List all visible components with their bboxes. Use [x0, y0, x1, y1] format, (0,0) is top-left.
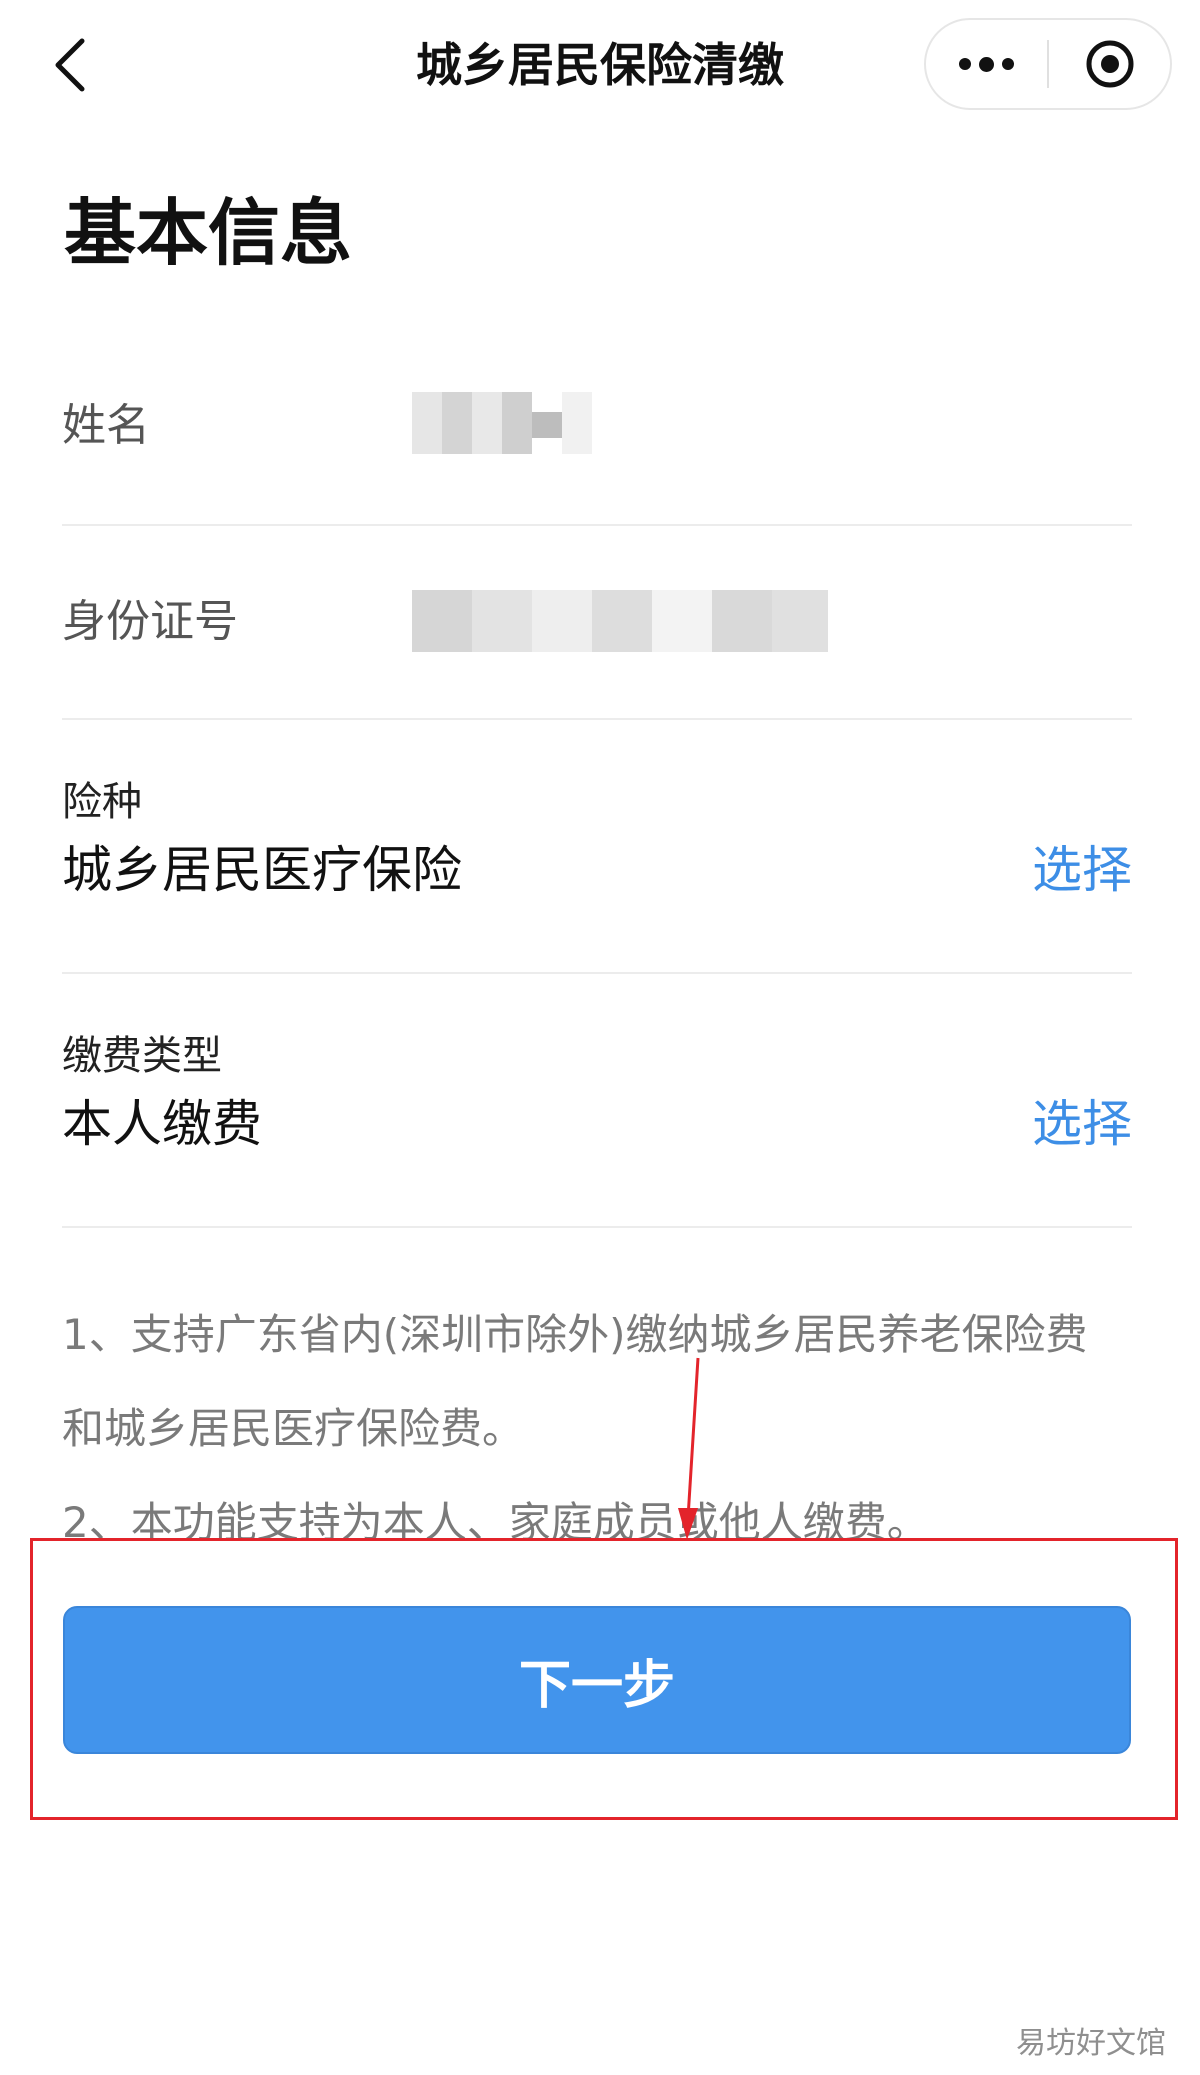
navigation-bar: 城乡居民保险清缴: [0, 0, 1200, 132]
insurance-type-row: 险种 城乡居民医疗保险 选择: [62, 776, 1132, 916]
name-label: 姓名: [62, 400, 150, 451]
target-circle-icon: [1086, 40, 1133, 88]
divider: [62, 1226, 1132, 1228]
note-item: 1、支持广东省内(深圳市除外)缴纳城乡居民养老保险费和城乡居民医疗保险费。: [62, 1310, 1088, 1453]
close-button[interactable]: [1049, 20, 1170, 108]
notes: 1、支持广东省内(深圳市除外)缴纳城乡居民养老保险费和城乡居民医疗保险费。 2、…: [62, 1288, 1112, 1570]
divider: [62, 524, 1132, 526]
payment-type-select-link[interactable]: 选择: [1032, 1092, 1132, 1156]
insurance-type-label: 险种: [62, 779, 142, 825]
more-dots-icon: [955, 56, 1018, 72]
watermark: 易坊好文馆: [1016, 2026, 1166, 2061]
next-step-button[interactable]: 下一步: [63, 1606, 1131, 1754]
insurance-type-select-link[interactable]: 选择: [1032, 838, 1132, 902]
section-title: 基本信息: [64, 191, 353, 275]
divider: [62, 718, 1132, 720]
name-value-masked: [412, 392, 592, 454]
payment-type-label: 缴费类型: [62, 1033, 222, 1079]
more-button[interactable]: [926, 20, 1047, 108]
mini-program-capsule: [924, 18, 1172, 110]
payment-type-value: 本人缴费: [62, 1095, 262, 1153]
divider: [62, 972, 1132, 974]
name-row: 姓名: [62, 398, 1132, 454]
id-number-value-masked: [412, 590, 828, 652]
payment-type-row: 缴费类型 本人缴费 选择: [62, 1030, 1132, 1170]
insurance-type-value: 城乡居民医疗保险: [62, 841, 462, 899]
